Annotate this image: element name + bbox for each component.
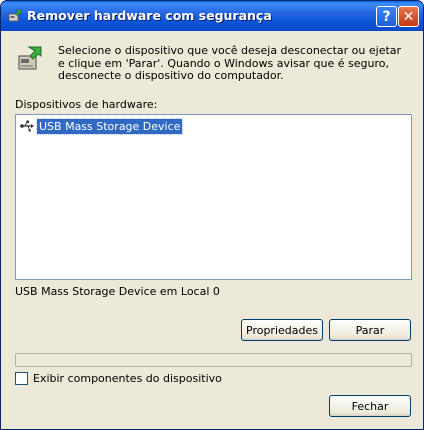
show-components-label: Exibir componentes do dispositivo	[33, 372, 222, 385]
window-title: Remover hardware com segurança	[27, 8, 272, 23]
list-item-label: USB Mass Storage Device	[35, 117, 184, 135]
safely-remove-hardware-icon	[18, 46, 42, 70]
hardware-devices-list[interactable]: USB Mass Storage Device	[15, 114, 412, 280]
close-button[interactable]: Fechar	[329, 395, 411, 417]
device-location-text: USB Mass Storage Device em Local 0	[15, 285, 220, 298]
close-window-button[interactable]: ✕	[398, 6, 419, 27]
title-bar[interactable]: Remover hardware com segurança ? ✕	[1, 1, 423, 31]
stop-button[interactable]: Parar	[329, 319, 411, 341]
usb-device-icon	[20, 120, 34, 132]
hardware-devices-label: Dispositivos de hardware:	[15, 98, 158, 111]
safely-remove-hardware-icon	[8, 9, 22, 22]
safely-remove-hardware-window: Remover hardware com segurança ? ✕ Selec…	[0, 0, 424, 430]
help-button[interactable]: ?	[376, 6, 397, 27]
show-components-option[interactable]: Exibir componentes do dispositivo	[15, 372, 222, 385]
progress-bar	[15, 353, 412, 367]
show-components-checkbox[interactable]	[15, 372, 28, 385]
list-item-usb-mass-storage[interactable]: USB Mass Storage Device	[19, 117, 184, 135]
instructions-text: Selecione o dispositivo que você deseja …	[58, 44, 402, 82]
properties-button[interactable]: Propriedades	[241, 319, 323, 341]
